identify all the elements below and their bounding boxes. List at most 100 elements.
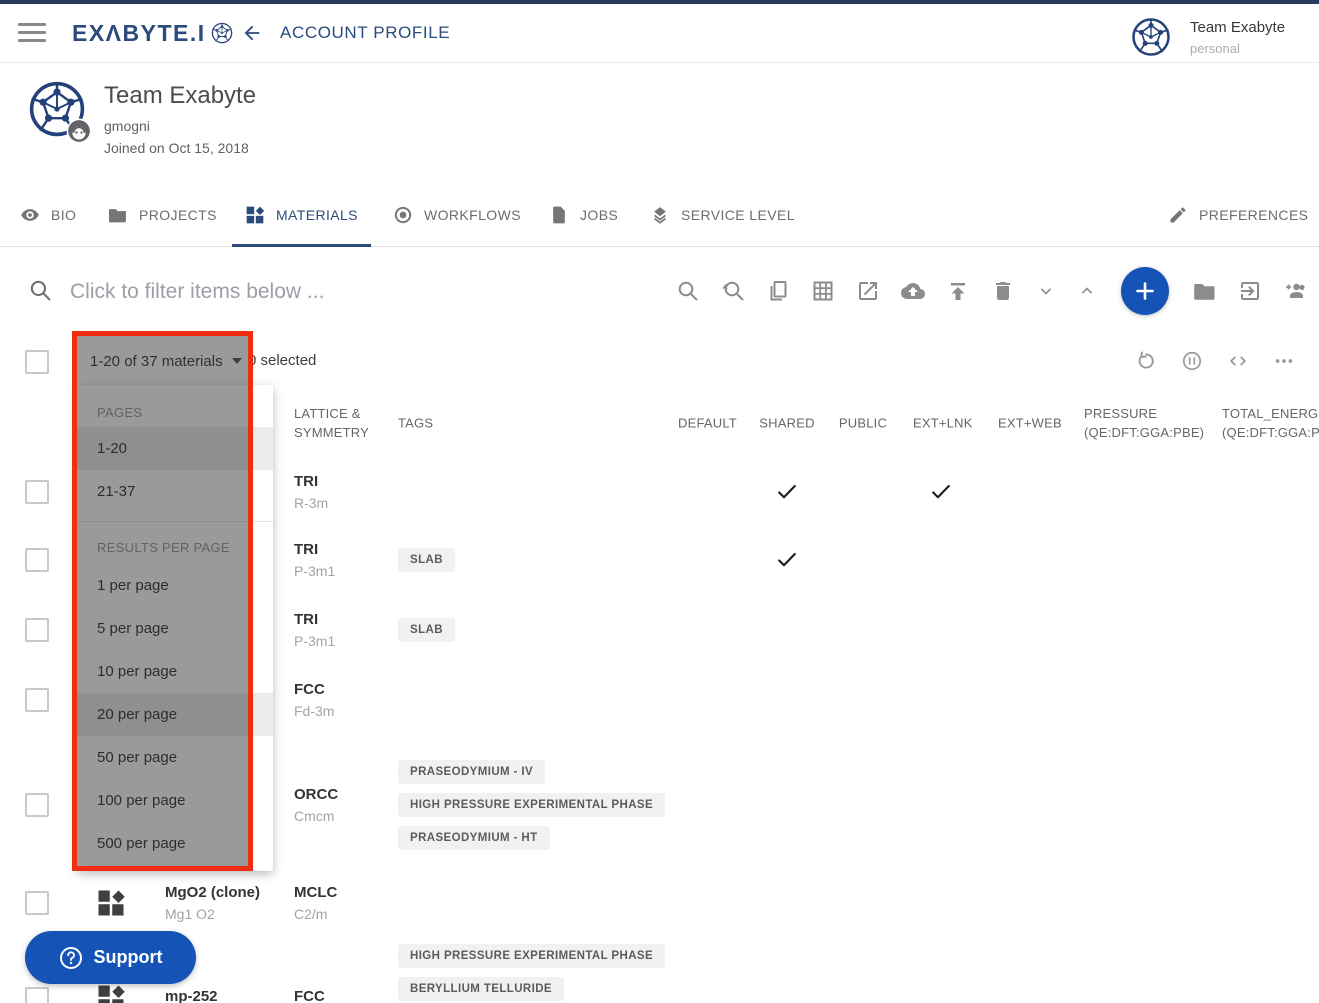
support-button[interactable]: Support bbox=[25, 931, 196, 984]
pagination-dropdown-trigger[interactable]: 1-20 of 37 materials bbox=[90, 334, 242, 388]
pagination-summary: 1-20 of 37 materials bbox=[90, 353, 223, 370]
pause-circle-icon[interactable] bbox=[1181, 350, 1203, 372]
tab-jobs-label: JOBS bbox=[580, 207, 618, 223]
chevron-down-icon[interactable] bbox=[1036, 279, 1056, 303]
tab-bio-label: BIO bbox=[51, 207, 76, 223]
symmetry-group: Fd-3m bbox=[294, 703, 334, 719]
menu-item-page-range[interactable]: 21-37 bbox=[77, 470, 273, 513]
member-face-badge bbox=[66, 118, 92, 144]
grid-view-icon[interactable] bbox=[811, 279, 835, 303]
workflow-icon bbox=[393, 205, 413, 225]
copy-icon[interactable] bbox=[766, 279, 790, 303]
support-label: Support bbox=[94, 947, 163, 968]
exabyte-logo[interactable]: EXΛBYTE.I bbox=[72, 4, 233, 62]
search-action-icon[interactable] bbox=[676, 279, 700, 303]
eye-icon bbox=[20, 205, 40, 225]
menu-item-per-page[interactable]: 100 per page bbox=[77, 779, 273, 822]
row-checkbox[interactable] bbox=[25, 987, 49, 1003]
row-checkbox[interactable] bbox=[25, 480, 49, 504]
page-title: ACCOUNT PROFILE bbox=[280, 4, 450, 62]
tab-projects[interactable]: PROJECTS bbox=[95, 184, 230, 246]
lattice-type: FCC bbox=[294, 988, 325, 1003]
row-checkbox[interactable] bbox=[25, 891, 49, 915]
menu-item-per-page[interactable]: 50 per page bbox=[77, 736, 273, 779]
menu-divider bbox=[77, 521, 273, 522]
col-lattice[interactable]: LATTICE &SYMMETRY bbox=[294, 404, 369, 442]
restore-icon[interactable] bbox=[1135, 350, 1157, 372]
col-ext-web[interactable]: EXT+WEB bbox=[998, 414, 1054, 433]
material-tag: HIGH PRESSURE EXPERIMENTAL PHASE bbox=[398, 944, 665, 968]
search-history-icon[interactable] bbox=[721, 279, 745, 303]
col-pressure[interactable]: PRESSURE(QE:DFT:GGA:PBE) bbox=[1084, 404, 1204, 442]
table-row[interactable]: mp-252 FCC HIGH PRESSURE EXPERIMENTAL PH… bbox=[0, 931, 1319, 1003]
col-default[interactable]: DEFAULT bbox=[678, 414, 734, 433]
tab-projects-label: PROJECTS bbox=[139, 207, 217, 223]
pages-header: PAGES bbox=[77, 397, 273, 427]
group-add-icon[interactable] bbox=[1283, 279, 1307, 303]
menu-item-per-page[interactable]: 1 per page bbox=[77, 564, 273, 607]
lattice-type: ORCC bbox=[294, 786, 338, 803]
upload-icon[interactable] bbox=[946, 279, 970, 303]
tab-bio[interactable]: BIO bbox=[7, 184, 89, 246]
tab-materials[interactable]: MATERIALS bbox=[232, 184, 371, 246]
delete-icon[interactable] bbox=[991, 279, 1015, 303]
material-name: MgO2 (clone) bbox=[165, 884, 260, 901]
menu-item-per-page[interactable]: 500 per page bbox=[77, 822, 273, 865]
material-icon bbox=[96, 983, 126, 1003]
row-checkbox[interactable] bbox=[25, 688, 49, 712]
menu-icon[interactable] bbox=[18, 23, 46, 43]
menu-item-per-page[interactable]: 5 per page bbox=[77, 607, 273, 650]
pencil-icon bbox=[1168, 205, 1188, 225]
plus-icon bbox=[1133, 279, 1157, 303]
tab-jobs[interactable]: JOBS bbox=[536, 184, 631, 246]
col-ext-lnk[interactable]: EXT+LNK bbox=[913, 414, 969, 433]
results-per-page-header: RESULTS PER PAGE bbox=[77, 530, 273, 564]
row-checkbox[interactable] bbox=[25, 793, 49, 817]
account-profile-screen: EXΛBYTE.I ACCOUNT PROFILE Team Exabyte p… bbox=[0, 0, 1319, 1003]
help-icon bbox=[59, 946, 83, 970]
col-total-energy[interactable]: TOTAL_ENERGY(QE:DFT:GGA:PBE) bbox=[1222, 404, 1319, 442]
import-icon[interactable] bbox=[1238, 279, 1262, 303]
table-row[interactable]: MgO2 (clone) Mg1 O2 MCLC C2/m bbox=[0, 875, 1319, 932]
tab-workflows-label: WORKFLOWS bbox=[424, 207, 521, 223]
user-account-type: personal bbox=[1190, 41, 1240, 56]
open-in-new-icon[interactable] bbox=[856, 279, 880, 303]
team-username: gmogni bbox=[104, 118, 150, 134]
search-icon bbox=[28, 278, 53, 303]
symmetry-group: R-3m bbox=[294, 495, 328, 511]
row-checkbox[interactable] bbox=[25, 548, 49, 572]
material-tag: BERYLLIUM TELLURIDE bbox=[398, 977, 564, 1001]
more-icon[interactable] bbox=[1273, 350, 1295, 372]
profile-tabs: BIO PROJECTS MATERIALS WORKFLOWS JOBS bbox=[0, 184, 1319, 247]
back-arrow-icon[interactable] bbox=[241, 22, 263, 44]
chevron-up-icon[interactable] bbox=[1077, 279, 1097, 303]
filter-input[interactable] bbox=[68, 247, 632, 336]
col-tags[interactable]: TAGS bbox=[398, 414, 433, 433]
col-shared[interactable]: SHARED bbox=[759, 414, 815, 433]
folder-set-icon[interactable] bbox=[1193, 279, 1217, 303]
add-material-button[interactable] bbox=[1121, 267, 1169, 315]
user-avatar[interactable] bbox=[1131, 17, 1171, 57]
row-actions bbox=[1135, 334, 1295, 388]
materials-icon bbox=[245, 205, 265, 225]
menu-item-per-page[interactable]: 20 per page bbox=[77, 693, 273, 736]
row-checkbox[interactable] bbox=[25, 618, 49, 642]
app-bar: EXΛBYTE.I ACCOUNT PROFILE Team Exabyte p… bbox=[0, 4, 1319, 63]
tab-workflows[interactable]: WORKFLOWS bbox=[380, 184, 534, 246]
cloud-upload-icon[interactable] bbox=[901, 279, 925, 303]
materials-toolbar bbox=[676, 247, 1307, 334]
menu-item-page-range[interactable]: 1-20 bbox=[77, 427, 273, 470]
joined-date: Joined on Oct 15, 2018 bbox=[104, 140, 249, 156]
code-icon[interactable] bbox=[1227, 350, 1249, 372]
select-all-checkbox[interactable] bbox=[25, 350, 49, 374]
material-formula: Mg1 O2 bbox=[165, 906, 260, 922]
col-public[interactable]: PUBLIC bbox=[835, 414, 891, 433]
material-tag: PRASEODYMIUM - IV bbox=[398, 760, 545, 784]
symmetry-group: C2/m bbox=[294, 906, 337, 922]
logo-ball-icon bbox=[211, 22, 233, 44]
tab-service-level[interactable]: SERVICE LEVEL bbox=[637, 184, 808, 246]
material-tag: PRASEODYMIUM - HT bbox=[398, 826, 550, 850]
menu-item-per-page[interactable]: 10 per page bbox=[77, 650, 273, 693]
shared-check-icon bbox=[776, 481, 798, 503]
tab-preferences[interactable]: PREFERENCES bbox=[1155, 184, 1319, 246]
